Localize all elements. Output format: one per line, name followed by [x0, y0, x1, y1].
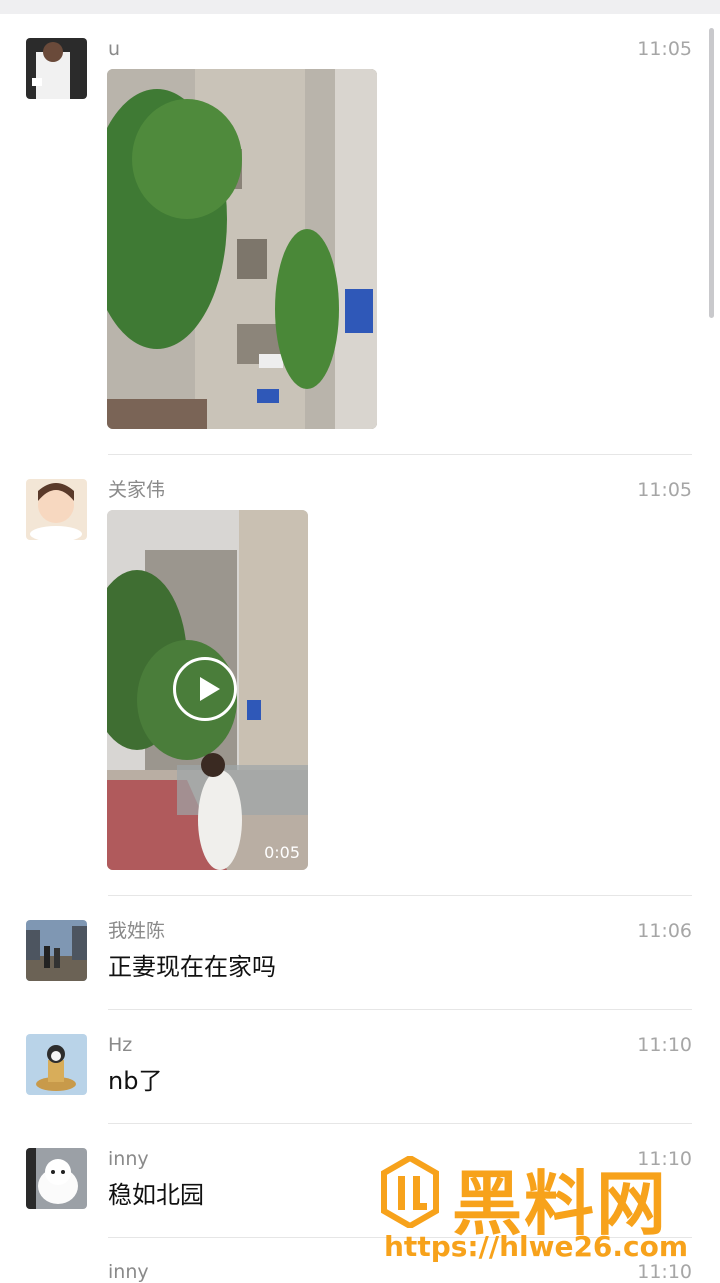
watermark-url: https://hlwe26.com — [384, 1230, 689, 1263]
message-time: 11:05 — [637, 38, 692, 60]
avatar[interactable] — [26, 479, 87, 540]
message-time: 11:10 — [637, 1034, 692, 1056]
avatar[interactable] — [26, 1148, 87, 1209]
sender-name: u — [108, 38, 121, 60]
avatar[interactable] — [26, 38, 87, 99]
message-time: 11:06 — [637, 920, 692, 942]
video-message[interactable]: 0:05 — [107, 510, 308, 870]
scrollbar[interactable] — [709, 28, 714, 318]
message-text: 稳如北园 — [108, 1181, 204, 1209]
image-message[interactable] — [107, 69, 377, 429]
sender-name: 关家伟 — [108, 479, 166, 501]
message-text: 正妻现在在家吗 — [108, 953, 276, 981]
divider — [108, 454, 692, 455]
video-duration: 0:05 — [264, 843, 300, 862]
divider — [108, 1009, 692, 1010]
avatar[interactable] — [26, 1034, 87, 1095]
watermark-logo-icon — [380, 1154, 440, 1230]
avatar[interactable] — [26, 920, 87, 981]
sender-name: Hz — [108, 1034, 133, 1056]
status-bar — [0, 0, 720, 14]
sender-name: inny — [108, 1148, 149, 1170]
divider — [108, 895, 692, 896]
message-text: nb了 — [108, 1067, 163, 1095]
message-time: 11:05 — [637, 479, 692, 501]
play-icon[interactable] — [173, 657, 237, 721]
sender-name: 我姓陈 — [108, 920, 166, 942]
divider — [108, 1123, 692, 1124]
